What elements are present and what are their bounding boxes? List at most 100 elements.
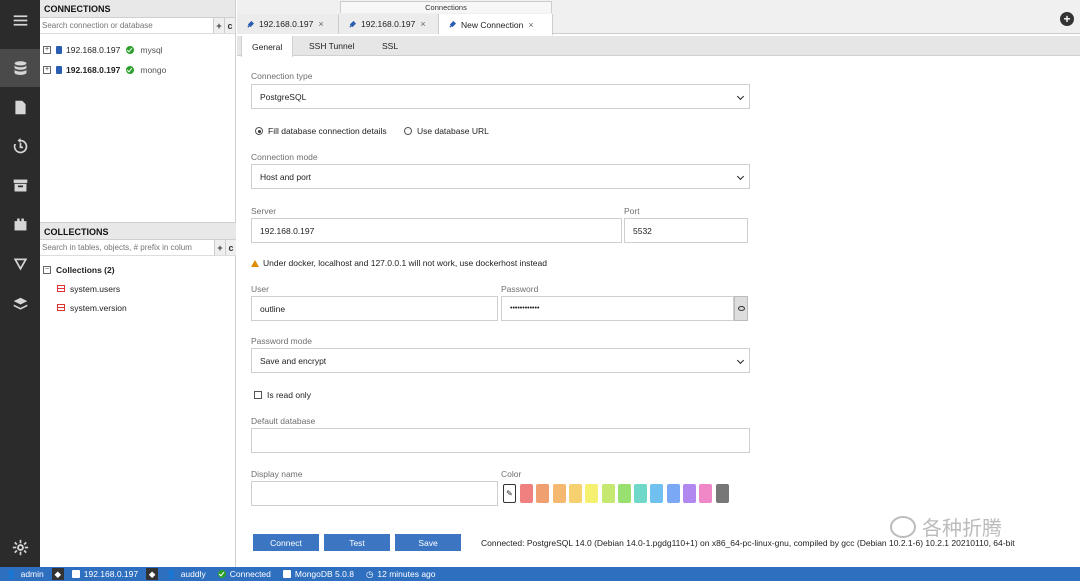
status-db-user-label: auddly — [180, 569, 206, 579]
status-connection-label: 192.168.0.197 — [83, 569, 139, 579]
radio-use-url[interactable]: Use database URL — [404, 126, 489, 136]
tab-label: 192.168.0.197 — [361, 19, 416, 29]
display-name-input[interactable] — [251, 481, 498, 506]
color-swatch[interactable] — [568, 484, 582, 503]
status-state-label: Connected — [229, 569, 271, 579]
layers-icon[interactable] — [0, 285, 40, 323]
github-icon[interactable]: ◆ — [146, 568, 159, 580]
warning-text: Under docker, localhost and 127.0.0.1 wi… — [263, 258, 547, 268]
collection-item[interactable]: system.users — [40, 279, 236, 298]
password-mode-select[interactable]: Save and encrypt — [251, 348, 750, 373]
color-swatch[interactable] — [666, 484, 680, 503]
collections-group[interactable]: − Collections (2) — [40, 260, 236, 279]
radio-fill-label: Fill database connection details — [268, 126, 387, 136]
password-input[interactable]: •••••••••••• — [501, 296, 734, 321]
color-swatch[interactable] — [683, 484, 696, 503]
color-swatch[interactable] — [699, 484, 713, 503]
user-label: User — [251, 284, 269, 294]
color-label: Color — [501, 469, 522, 479]
radio-fill-details[interactable]: Fill database connection details — [255, 126, 387, 136]
connected-check-icon — [217, 570, 226, 578]
color-swatch[interactable] — [634, 484, 648, 503]
checkbox-icon — [254, 391, 262, 399]
settings-icon[interactable] — [0, 528, 40, 566]
plug-icon — [247, 20, 254, 28]
document-tabs: Connections 192.168.0.197 × 192.168.0.19… — [237, 0, 1080, 35]
status-user[interactable]: 👤 admin — [0, 567, 50, 581]
default-database-input[interactable] — [251, 428, 750, 453]
collection-item[interactable]: system.version — [40, 298, 236, 317]
color-swatch[interactable] — [715, 484, 729, 503]
port-label: Port — [624, 206, 640, 216]
tab-connection-1[interactable]: 192.168.0.197 × — [237, 14, 339, 34]
connection-driver: mysql — [140, 45, 163, 55]
expand-icon[interactable]: + — [43, 66, 51, 74]
file-icon[interactable] — [0, 88, 40, 126]
database-icon[interactable] — [0, 49, 40, 87]
connection-mode-select[interactable]: Host and port — [251, 164, 750, 189]
new-tab-button[interactable]: + — [1060, 12, 1074, 26]
history-icon[interactable] — [0, 127, 40, 165]
plug-icon — [449, 21, 456, 28]
display-name-label: Display name — [251, 469, 303, 479]
archive-icon[interactable] — [0, 166, 40, 204]
connection-type-label: Connection type — [251, 71, 313, 81]
refresh-connections-button[interactable]: c — [224, 18, 235, 33]
color-swatch[interactable] — [520, 484, 533, 503]
tab-new-connection[interactable]: New Connection × — [439, 14, 553, 35]
expand-icon[interactable]: + — [43, 46, 51, 54]
color-swatch[interactable] — [601, 484, 615, 503]
collections-search-input[interactable] — [40, 240, 214, 255]
connect-button[interactable]: Connect — [253, 534, 319, 551]
password-mode-label: Password mode — [251, 336, 312, 346]
collections-header: COLLECTIONS — [40, 222, 236, 240]
color-swatch[interactable] — [617, 484, 631, 503]
default-database-label: Default database — [251, 416, 316, 426]
filter-icon[interactable] — [0, 245, 40, 283]
plug-icon — [349, 20, 356, 28]
user-input[interactable]: outline — [251, 296, 498, 321]
connections-search-input[interactable] — [40, 18, 213, 33]
add-collection-button[interactable]: + — [214, 240, 225, 255]
color-picker-icon[interactable]: ✎ — [503, 484, 516, 503]
collections-group-label: Collections (2) — [56, 264, 115, 275]
server-input[interactable]: 192.168.0.197 — [251, 218, 622, 243]
save-button[interactable]: Save — [395, 534, 461, 551]
close-tab-icon[interactable]: × — [420, 19, 425, 29]
table-icon — [57, 285, 65, 292]
tab-ssh-tunnel[interactable]: SSH Tunnel — [299, 36, 364, 56]
tab-connection-2[interactable]: 192.168.0.197 × — [339, 14, 439, 34]
read-only-label: Is read only — [267, 390, 311, 400]
status-bar: 👤 admin ◆ 192.168.0.197 ◆ 👤 auddly Conne… — [0, 567, 1080, 581]
collection-name: system.version — [70, 302, 127, 313]
connection-type-select[interactable]: PostgreSQL — [251, 84, 750, 109]
test-button[interactable]: Test — [324, 534, 390, 551]
status-db-user: 👤 auddly — [160, 567, 212, 581]
status-version-label: MongoDB 5.0.8 — [294, 569, 354, 579]
close-tab-icon[interactable]: × — [528, 20, 533, 30]
color-swatch[interactable] — [552, 484, 566, 503]
connections-header: CONNECTIONS — [40, 0, 235, 18]
color-swatch[interactable] — [585, 484, 599, 503]
tab-ssl[interactable]: SSL — [372, 36, 408, 56]
menu-icon[interactable] — [0, 1, 40, 39]
read-only-checkbox[interactable]: Is read only — [254, 390, 311, 400]
color-swatch[interactable] — [650, 484, 664, 503]
status-connection[interactable]: 192.168.0.197 — [66, 567, 144, 581]
add-connection-button[interactable]: + — [213, 18, 224, 33]
connection-item-mongo[interactable]: + 192.168.0.197 mongo — [40, 60, 235, 80]
connection-host: 192.168.0.197 — [66, 45, 121, 55]
tab-general[interactable]: General — [241, 36, 294, 57]
color-swatch[interactable] — [536, 484, 550, 503]
connections-search-row: + c — [40, 18, 235, 34]
collapse-icon[interactable]: − — [43, 265, 51, 274]
plugin-icon[interactable] — [0, 205, 40, 243]
refresh-collections-button[interactable]: c — [225, 240, 236, 255]
show-password-eye-icon[interactable] — [734, 296, 748, 321]
github-icon[interactable]: ◆ — [51, 568, 64, 580]
close-tab-icon[interactable]: × — [318, 19, 323, 29]
connection-item-mysql[interactable]: + 192.168.0.197 mysql — [40, 40, 235, 60]
tab-group-label: Connections — [340, 1, 552, 13]
port-input[interactable]: 5532 — [624, 218, 748, 243]
collections-search-row: + c — [40, 240, 236, 256]
